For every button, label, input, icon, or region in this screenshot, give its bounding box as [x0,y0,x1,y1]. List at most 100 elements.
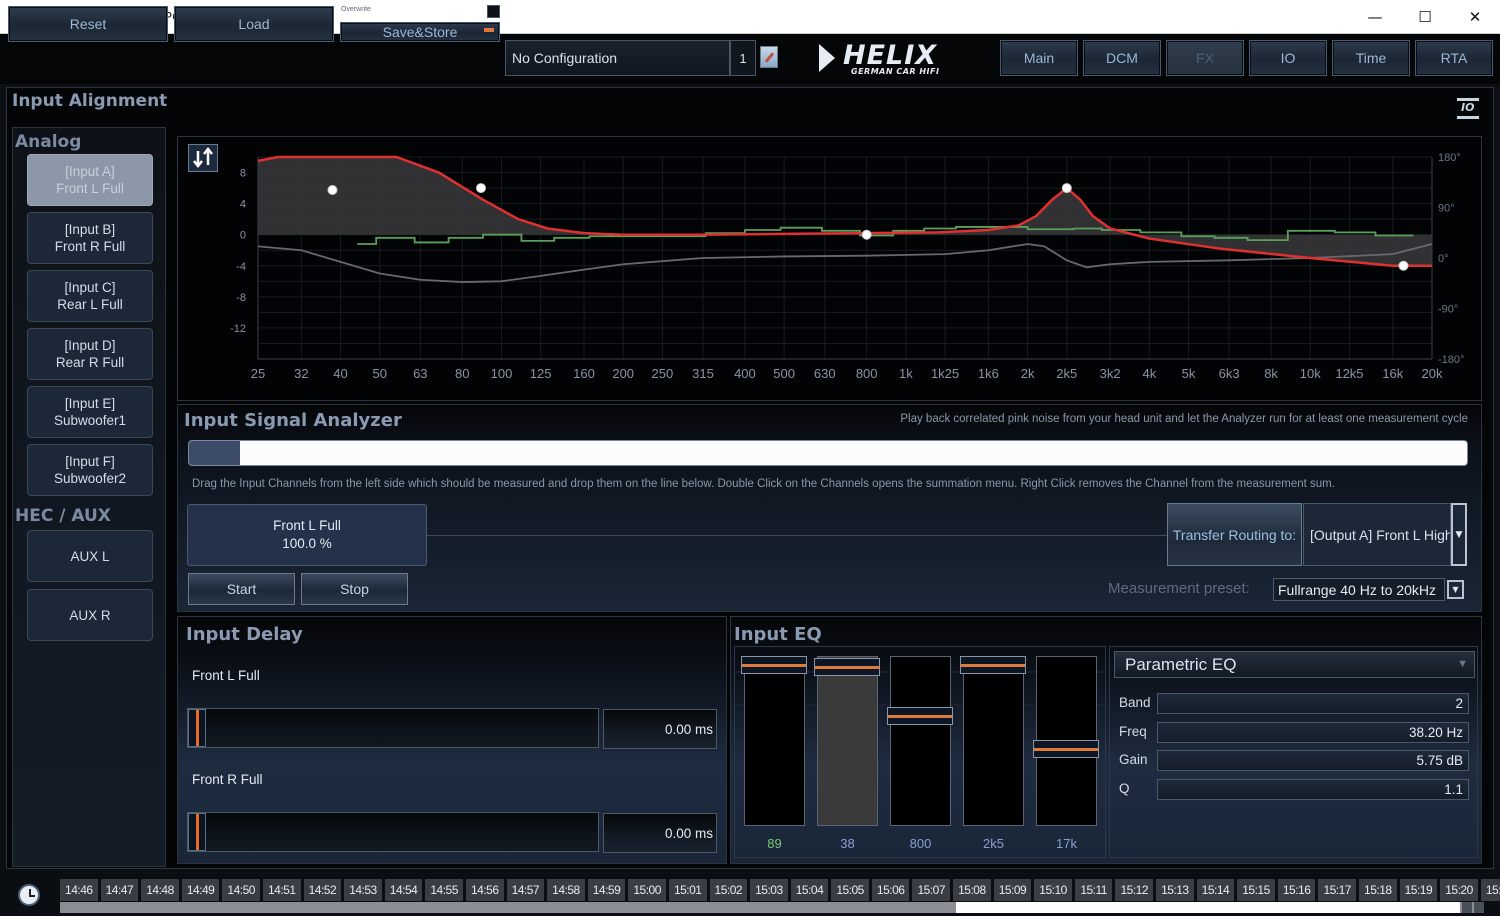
tab-fx[interactable]: FX [1166,40,1244,76]
timeline-snapshot[interactable]: 14:58 [547,879,585,901]
timeline-snapshot[interactable]: 15:14 [1196,879,1235,901]
peq-q-field[interactable]: 1.1 [1157,778,1469,800]
timeline-snapshot[interactable]: 15:00 [628,879,666,901]
eq-point-handle[interactable] [1398,260,1409,271]
config-slot-field[interactable]: 1 [730,40,756,76]
peq-gain-field[interactable]: 5.75 dB [1157,750,1469,771]
measurement-preset-select[interactable]: Fullrange 40 Hz to 20kHz [1273,578,1445,601]
close-button[interactable]: ✕ [1450,0,1500,34]
timeline-snapshot[interactable]: 15:13 [1156,879,1194,901]
eq-band-fader[interactable] [741,656,807,826]
timeline-snapshot[interactable]: 15:03 [750,879,788,901]
eq-point-handle[interactable] [327,185,338,196]
delay-slider[interactable] [187,708,599,748]
slider-thumb[interactable] [188,813,206,851]
timeline-snapshot[interactable]: 15:21 [1480,879,1500,901]
timeline-snapshot[interactable]: 15:09 [993,879,1032,901]
transfer-routing-button[interactable]: Transfer Routing to: [1167,503,1302,566]
fader-thumb[interactable] [1033,740,1099,759]
chevron-down-icon[interactable]: ▼ [1451,503,1467,566]
fader-thumb[interactable] [741,656,807,674]
delay-slider[interactable] [187,812,599,852]
timeline-snapshot[interactable]: 15:18 [1359,879,1397,901]
save-store-button[interactable]: Save&Store [340,22,500,42]
maximize-button[interactable]: ☐ [1400,0,1450,34]
tab-time[interactable]: Time [1332,40,1410,76]
timeline-snapshot[interactable]: 15:10 [1034,879,1072,901]
input-channel-button[interactable]: [Input A] Front L Full [27,154,153,206]
scroll-right-button[interactable] [1474,902,1484,913]
frequency-response-chart[interactable]: 25 32 40 50 63 80 100 125 160 200 250 315 400 500 630 8… [178,137,1481,400]
timeline-snapshot[interactable]: 15:20 [1440,879,1478,901]
scroll-left-button[interactable] [1462,902,1472,913]
delay-value-field[interactable]: 0.00 ms [603,813,717,853]
eq-band-fader[interactable] [1033,656,1099,826]
load-button[interactable]: Load [174,6,334,42]
chevron-down-icon[interactable]: ▼ [1447,580,1464,599]
timeline-scrollbar[interactable] [60,902,1480,913]
timeline-snapshot[interactable]: 14:49 [181,879,220,901]
timeline-snapshot[interactable]: 14:57 [506,879,545,901]
config-name-field[interactable]: No Configuration [505,40,730,76]
timeline-snapshot[interactable]: 15:04 [790,879,829,901]
eq-point-handle[interactable] [1061,183,1072,194]
eq-point-handle[interactable] [476,183,487,194]
timeline-snapshot[interactable]: 14:50 [222,879,260,901]
edit-config-icon[interactable] [760,46,778,68]
aux-channel-button[interactable]: AUX R [27,589,153,641]
timeline-snapshot[interactable]: 15:19 [1399,879,1438,901]
timeline-snapshot[interactable]: 14:55 [425,879,463,901]
timeline-snapshot[interactable]: 15:12 [1115,879,1154,901]
delay-value-field[interactable]: 0.00 ms [603,709,717,749]
tab-rta[interactable]: RTA [1415,40,1493,76]
timeline-snapshot[interactable]: 15:07 [912,879,951,901]
timeline-snapshot[interactable]: 14:47 [100,879,139,901]
fader-thumb[interactable] [887,706,953,725]
aux-channel-button[interactable]: AUX L [27,530,153,582]
eq-point-handle[interactable] [861,229,872,240]
stop-button[interactable]: Stop [301,573,408,605]
timeline-snapshot[interactable]: 14:46 [60,879,98,901]
overwrite-checkbox[interactable] [487,5,500,18]
input-channel-button[interactable]: [Input E] Subwoofer1 [27,386,153,438]
input-channel-button[interactable]: [Input D] Rear R Full [27,328,153,380]
input-channel-button[interactable]: [Input F] Subwoofer2 [27,444,153,496]
fader-thumb[interactable] [960,656,1026,674]
minimize-button[interactable]: — [1350,0,1400,34]
timeline-snapshot[interactable]: 15:05 [831,879,869,901]
timeline-snapshot[interactable]: 14:52 [303,879,342,901]
start-button[interactable]: Start [188,573,295,605]
timeline-snapshot[interactable]: 14:51 [262,879,301,901]
timeline-snapshot[interactable]: 14:59 [587,879,626,901]
eq-band-fader[interactable] [814,656,880,826]
eq-band-fader[interactable] [887,656,953,826]
timeline-snapshot[interactable]: 15:17 [1318,879,1356,901]
scrollbar-thumb[interactable] [956,902,1460,913]
timeline-snapshot[interactable]: 15:11 [1074,879,1113,901]
input-channel-button[interactable]: [Input C] Rear L Full [27,270,153,322]
timeline-snapshot[interactable]: 14:53 [344,879,382,901]
input-channel-button[interactable]: [Input B] Front R Full [27,212,153,264]
tab-io[interactable]: IO [1249,40,1327,76]
tab-dcm[interactable]: DCM [1083,40,1161,76]
timeline-snapshot[interactable]: 14:48 [141,879,179,901]
reset-button[interactable]: Reset [8,6,168,42]
fader-thumb[interactable] [814,658,880,677]
timeline-snapshot[interactable]: 14:56 [465,879,504,901]
timeline-snapshot[interactable]: 15:01 [668,879,707,901]
peq-freq-field[interactable]: 38.20 Hz [1157,721,1469,743]
timeline-snapshot[interactable]: 15:16 [1277,879,1316,901]
timeline-snapshot[interactable]: 15:02 [709,879,748,901]
slider-thumb[interactable] [188,709,206,747]
timeline-snapshot[interactable]: 15:06 [871,879,910,901]
tab-main[interactable]: Main [1000,40,1078,76]
timeline-snapshot[interactable]: 15:15 [1237,879,1275,901]
timeline-snapshot[interactable]: 15:08 [953,879,991,901]
io-swap-icon[interactable]: IO [1453,96,1483,122]
eq-band-fader[interactable] [960,656,1026,826]
transfer-target-select[interactable]: [Output A] Front L High [1303,503,1451,566]
filter-type-select[interactable]: Parametric EQ ▼ [1114,651,1475,678]
peq-band-field[interactable]: 2 [1157,693,1469,714]
clock-icon[interactable] [18,884,40,906]
measurement-drop-line[interactable] [426,535,1168,536]
